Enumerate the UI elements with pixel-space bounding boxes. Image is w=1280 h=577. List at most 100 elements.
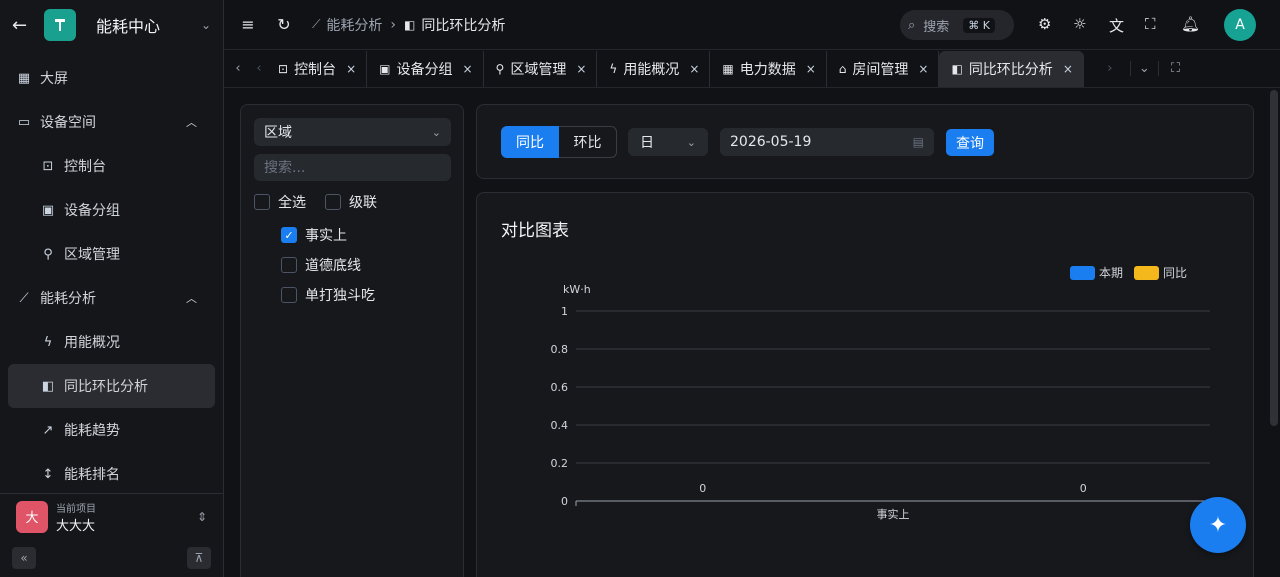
y-tick-label: 0.2	[551, 457, 569, 470]
search-label: 搜索	[923, 19, 950, 35]
sidebar-item-device-space[interactable]: ▭ 设备空间 ︿	[0, 100, 215, 144]
sidebar-item-energy-analysis[interactable]: ⟋ 能耗分析 ︿	[0, 276, 215, 320]
checkbox[interactable]	[281, 257, 297, 273]
tab-label: 电力数据	[739, 61, 796, 78]
date-picker[interactable]: 2026-05-19 ▤	[720, 128, 934, 156]
tabs-scroll-left-icon[interactable]: ‹	[252, 61, 266, 76]
tab-label: 用能概况	[623, 61, 680, 78]
tree-node[interactable]: 单打独斗吃	[281, 285, 375, 305]
chevron-down-icon: ⌄	[686, 135, 696, 149]
chevron-down-icon[interactable]: ⌄	[201, 18, 211, 32]
collapse-sidebar-icon[interactable]: «	[12, 547, 36, 569]
tab-label: 控制台	[294, 61, 337, 78]
mom-button[interactable]: 环比	[559, 126, 617, 158]
close-icon[interactable]: ×	[346, 62, 356, 76]
tab-console[interactable]: ⊡ 控制台 ×	[266, 50, 368, 87]
sidebar-item-label: 大屏	[40, 71, 68, 87]
sidebar-menu: ▦ 大屏 ▭ 设备空间 ︿ ⊡ 控制台 ▣ 设备分组 ⚲ 区域管理 ⟋ 能耗分析…	[0, 50, 223, 496]
fullscreen-icon[interactable]: ⛶	[1145, 15, 1156, 33]
region-select-value: 区域	[264, 125, 292, 141]
legend-label: 本期	[1099, 266, 1123, 280]
y-axis-label: kW·h	[563, 283, 591, 296]
tree-node[interactable]: ✓ 事实上	[281, 225, 347, 245]
select-all-checkbox[interactable]: 全选	[254, 192, 306, 212]
tabs-next-icon[interactable]: ›	[1090, 61, 1130, 76]
breadcrumb-item[interactable]: 能耗分析	[326, 15, 382, 35]
tree-node-label: 道德底线	[305, 258, 361, 274]
checkbox[interactable]	[325, 194, 341, 210]
checkbox-checked[interactable]: ✓	[281, 227, 297, 243]
sidebar-item-label: 能耗排名	[64, 467, 120, 483]
search-button[interactable]: ⌕ 搜索 ⌘ K	[900, 10, 1014, 40]
rank-icon: ↕	[42, 466, 54, 482]
tab-label: 区域管理	[510, 61, 567, 78]
calendar-icon: ▤	[912, 135, 924, 149]
region-select[interactable]: 区域 ⌄	[254, 118, 451, 146]
sidebar-item-device-group[interactable]: ▣ 设备分组	[0, 188, 215, 232]
sidebar-item-rank[interactable]: ↕ 能耗排名	[0, 452, 215, 496]
sidebar-item-label: 区域管理	[64, 247, 120, 263]
close-icon[interactable]: ×	[806, 62, 816, 76]
tab-energy-overview[interactable]: ϟ 用能概况 ×	[597, 50, 711, 87]
close-icon[interactable]: ×	[462, 62, 472, 76]
sidebar-item-label: 能耗分析	[40, 291, 96, 307]
avatar[interactable]: A	[1224, 9, 1256, 41]
cascade-checkbox[interactable]: 级联	[325, 192, 377, 212]
refresh-icon[interactable]: ↻	[272, 15, 296, 34]
sidebar-item-compare[interactable]: ◧ 同比环比分析	[8, 364, 215, 408]
tab-bar: ‹ ‹ ⊡ 控制台 × ▣ 设备分组 × ⚲ 区域管理 × ϟ 用能概况 × ▦…	[224, 50, 1280, 88]
close-icon[interactable]: ×	[1063, 62, 1073, 76]
chart-icon: ⟋	[19, 290, 29, 306]
bolt-icon: ϟ	[43, 334, 53, 350]
sidebar-item-console[interactable]: ⊡ 控制台	[0, 144, 215, 188]
logo-icon	[55, 19, 65, 31]
sidebar-item-region[interactable]: ⚲ 区域管理	[0, 232, 215, 276]
ai-assistant-button[interactable]: ✦	[1190, 497, 1246, 553]
tab-device-group[interactable]: ▣ 设备分组 ×	[367, 50, 484, 87]
house-icon: ⌂	[838, 61, 847, 76]
top-header: ≡ ↻ ⟋ 能耗分析 › ◧ 同比环比分析 ⌕ 搜索 ⌘ K ⚙ ☼ 文 ⛶ 🔔…	[224, 0, 1280, 50]
close-icon[interactable]: ×	[918, 62, 928, 76]
menu-icon[interactable]: ≡	[236, 15, 260, 34]
breadcrumb-current: 同比环比分析	[421, 17, 506, 34]
period-select[interactable]: 日 ⌄	[628, 128, 708, 156]
breadcrumb-chart-icon: ⟋	[312, 17, 321, 31]
project-name: 大大大	[56, 518, 96, 534]
app-title: 能耗中心	[96, 17, 161, 36]
tree-node-label: 单打独斗吃	[305, 288, 375, 304]
sidebar-item-label: 设备空间	[40, 115, 96, 131]
tabs-prev-icon[interactable]: ‹	[224, 61, 252, 76]
checkbox[interactable]	[281, 287, 297, 303]
tab-region[interactable]: ⚲ 区域管理 ×	[484, 50, 598, 87]
translate-icon[interactable]: 文	[1109, 15, 1124, 36]
gear-icon[interactable]: ⚙	[1038, 15, 1051, 33]
scrollbar[interactable]	[1270, 90, 1278, 426]
sun-icon[interactable]: ☼	[1073, 15, 1086, 33]
group-icon: ▣	[41, 202, 55, 218]
table-icon: ▦	[722, 61, 734, 76]
chevron-up-icon: ︿	[186, 292, 197, 305]
yoy-button[interactable]: 同比	[501, 126, 559, 158]
sparkle-icon: ✦	[1208, 512, 1228, 538]
chevron-down-icon[interactable]: ⌄	[1129, 61, 1158, 76]
bell-icon[interactable]: 🔔︎	[1181, 15, 1200, 33]
close-icon[interactable]: ×	[576, 62, 586, 76]
project-switcher[interactable]: 大 当前项目 大大大 ⇕	[0, 493, 223, 539]
tab-compare[interactable]: ◧ 同比环比分析 ×	[939, 50, 1084, 87]
sidebar-item-energy-overview[interactable]: ϟ 用能概况	[0, 320, 215, 364]
back-arrow-icon[interactable]: ←	[12, 15, 32, 36]
chevron-updown-icon: ⇕	[196, 509, 207, 524]
app-logo	[44, 9, 76, 41]
maximize-icon[interactable]: ⛶	[1157, 61, 1192, 76]
tree-search-input[interactable]	[254, 154, 451, 181]
sidebar-header: ← 能耗中心 ⌄	[0, 0, 223, 50]
query-button[interactable]: 查询	[946, 129, 994, 156]
pin-icon[interactable]: ⊼	[187, 547, 211, 569]
tree-node[interactable]: 道德底线	[281, 255, 361, 275]
sidebar-item-trend[interactable]: ↗ 能耗趋势	[0, 408, 215, 452]
sidebar-item-dashboard[interactable]: ▦ 大屏	[0, 56, 215, 100]
tab-room[interactable]: ⌂ 房间管理 ×	[827, 50, 940, 87]
tab-power-data[interactable]: ▦ 电力数据 ×	[710, 50, 827, 87]
close-icon[interactable]: ×	[689, 62, 699, 76]
checkbox[interactable]	[254, 194, 270, 210]
